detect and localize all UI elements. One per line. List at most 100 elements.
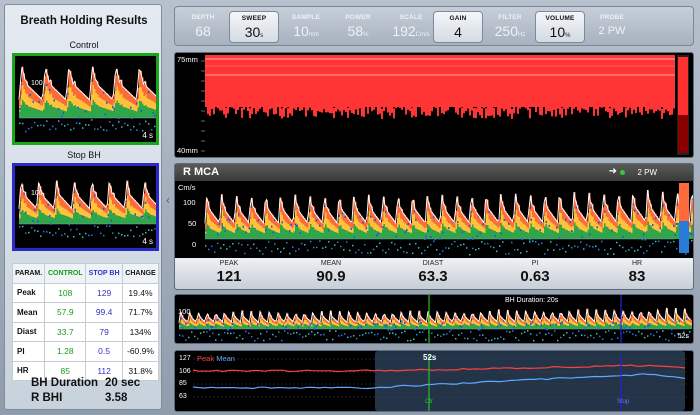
probe-control[interactable]: PROBE 2 PW	[587, 11, 637, 43]
spectrum-column	[230, 231, 232, 239]
mmode-column	[515, 97, 517, 108]
velocity-color-bar	[679, 221, 689, 253]
overview-spectrum-panel[interactable]: 100 BH Duration: 20s 52s	[174, 294, 694, 344]
spectrum-column	[362, 225, 364, 232]
spectrum-column	[460, 217, 462, 228]
spectrum-column	[557, 325, 559, 329]
power-control[interactable]: POWER 58%	[333, 11, 383, 43]
spectrum-column	[151, 100, 153, 109]
noise-dot	[520, 252, 522, 254]
mmode-column	[401, 99, 403, 110]
spectrum-column	[245, 321, 247, 326]
spectrum-column	[239, 326, 241, 329]
spectrum-column	[555, 325, 557, 329]
collapse-panel-icon[interactable]: ‹	[164, 180, 172, 220]
gain-control[interactable]: GAIN 4	[433, 11, 483, 43]
spectrum-column	[344, 325, 346, 329]
spectrum-column	[359, 320, 361, 325]
spectrum-column	[545, 224, 547, 239]
trend-panel[interactable]: Peak Mean 52s 127 106 85 63 Ctr Stop	[174, 350, 694, 412]
spectrum-column	[581, 321, 583, 325]
noise-dot	[665, 338, 667, 341]
noise-dot	[484, 243, 486, 245]
mmode-column	[205, 95, 207, 106]
spectrum-column	[247, 232, 249, 239]
m-mode-panel[interactable]: 75mm 40mm	[174, 52, 694, 158]
noise-dot	[647, 335, 649, 337]
spectrum-column	[83, 109, 85, 118]
noise-dot	[103, 129, 105, 131]
noise-dot	[635, 334, 637, 337]
control-spectrum-thumbnail[interactable]: 100 4 s	[12, 53, 159, 145]
scale-control[interactable]: SCALE 192Cm/s	[383, 11, 439, 43]
spectrum-column	[465, 324, 467, 329]
mmode-column	[343, 100, 345, 111]
depth-control[interactable]: DEPTH 68	[178, 11, 228, 43]
mca-spectrum-panel[interactable]: R MCA ➜ 2 PW Cm/s 100 50 0 PEAK 121 MEAN…	[174, 163, 694, 290]
spectrum-speck	[248, 227, 250, 230]
noise-dot	[230, 332, 232, 335]
noise-dot	[490, 246, 492, 248]
spectrum-column	[371, 323, 373, 326]
spectrum-column	[596, 316, 598, 323]
spectrum-column	[112, 111, 114, 118]
spectrum-column	[155, 216, 156, 224]
spectrum-column	[557, 322, 559, 326]
mmode-column	[389, 105, 391, 116]
spectrum-column	[143, 204, 145, 214]
noise-dot	[565, 251, 567, 253]
spectrum-column	[35, 213, 37, 219]
spectrum-column	[650, 318, 652, 324]
spectrum-column	[482, 227, 484, 233]
spectrum-column	[251, 317, 253, 323]
noise-dot	[599, 335, 601, 338]
stat-value: 90.9	[316, 268, 346, 285]
noise-dot	[410, 339, 412, 342]
spectrum-speck	[212, 325, 214, 328]
mmode-column	[507, 106, 509, 117]
spectrum-column	[523, 223, 525, 231]
noise-dot	[194, 335, 196, 338]
spectrum-column	[44, 103, 46, 118]
spectrum-column	[651, 324, 653, 329]
spectrum-column	[541, 232, 543, 239]
spectrum-column	[362, 325, 364, 329]
volume-control[interactable]: VOLUME 10%	[535, 11, 585, 43]
spectrum-column	[371, 227, 373, 239]
sample-control[interactable]: SAMPLE 10mm	[281, 11, 331, 43]
mmode-column	[415, 107, 417, 118]
spectrum-column	[496, 225, 498, 232]
spectrum-column	[606, 319, 608, 324]
stop-bh-spectrum-thumbnail[interactable]: 100 4 s	[12, 163, 159, 251]
spectrum-column	[46, 208, 48, 216]
spectrum-column	[219, 322, 221, 326]
spectrum-column	[434, 326, 436, 329]
spectrum-column	[506, 324, 508, 327]
noise-dot	[133, 125, 135, 128]
spectrum-column	[283, 228, 285, 239]
mmode-column	[227, 103, 229, 114]
spectrum-column	[410, 228, 412, 234]
spectrum-column	[38, 103, 40, 111]
spectrum-column	[125, 99, 127, 108]
stat-label: MEAN	[320, 260, 342, 267]
spectrum-column	[452, 323, 454, 327]
spectrum-column	[486, 325, 488, 329]
noise-dot	[263, 339, 265, 342]
filter-control[interactable]: FILTER 250Hz	[485, 11, 535, 43]
mmode-column	[353, 104, 355, 115]
spectrum-column	[64, 110, 66, 118]
noise-dot	[259, 250, 261, 252]
spectrum-column	[523, 230, 525, 239]
mmode-column	[475, 108, 477, 119]
noise-dot	[460, 244, 462, 246]
spectrum-column	[40, 210, 42, 224]
spectrum-column	[68, 217, 70, 224]
mmode-column	[297, 97, 299, 108]
spectrum-column	[644, 232, 646, 239]
spectrum-column	[590, 226, 592, 239]
spectrum-column	[100, 98, 102, 108]
spectrum-speck	[674, 233, 676, 236]
sweep-control[interactable]: SWEEP 30s	[229, 11, 279, 43]
noise-dot	[268, 241, 270, 243]
